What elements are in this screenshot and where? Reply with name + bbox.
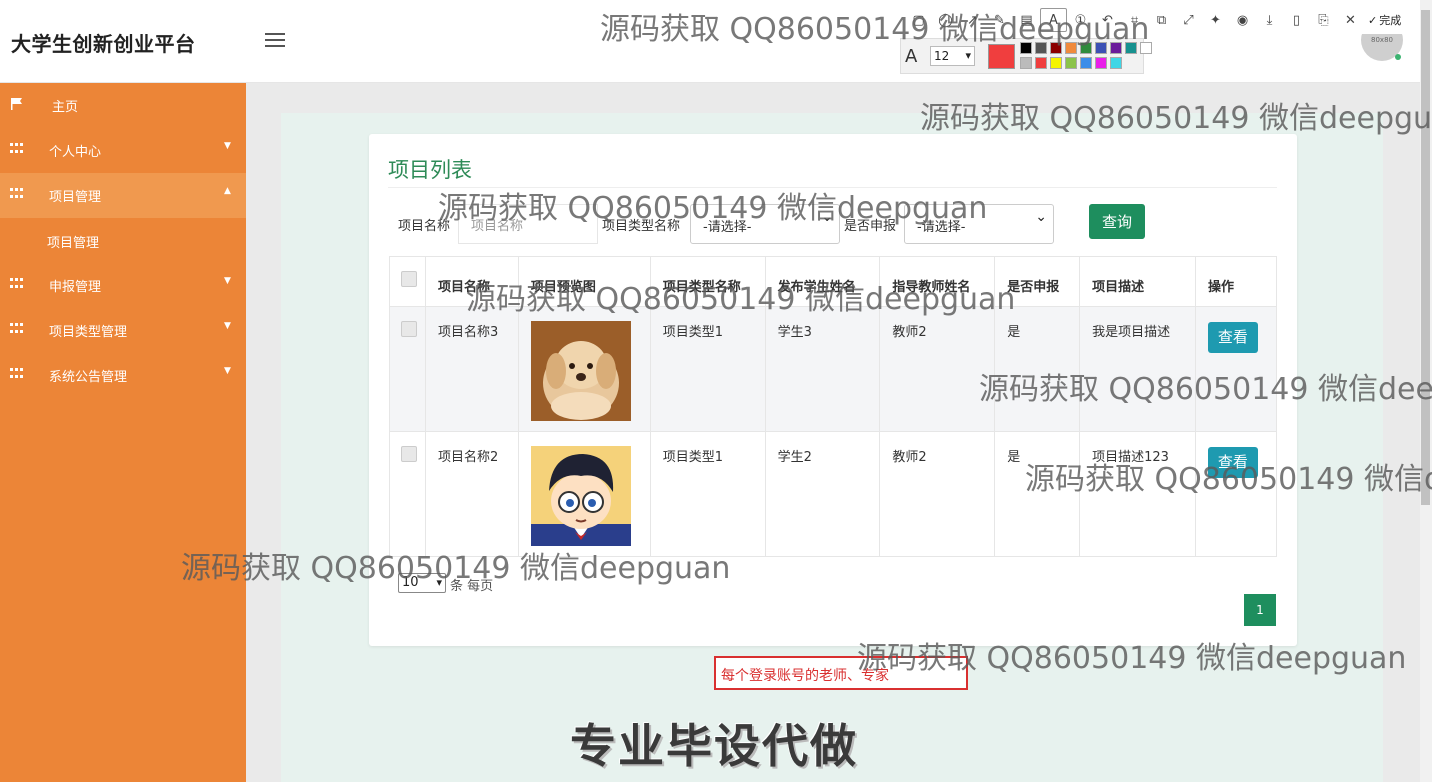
color-swatch[interactable] (1065, 57, 1077, 69)
watermark-text: 源码获取 QQ86050149 微信deepguan (466, 282, 1016, 317)
caret-down-icon: ▼ (224, 141, 231, 151)
sidebar-item-label: 系统公告管理 (49, 370, 128, 385)
watermark-text: 源码获取 QQ86050149 微信deepguan (979, 372, 1432, 407)
caret-up-icon: ▲ (224, 186, 231, 196)
pin-icon[interactable]: ✦ (1202, 8, 1229, 32)
color-swatch[interactable] (1080, 57, 1092, 69)
expand-icon[interactable]: ⤢ (1175, 8, 1202, 32)
project-name-cell: 项目名称2 (424, 431, 519, 557)
record-icon[interactable]: ◉ (1229, 8, 1256, 32)
color-swatch[interactable] (1095, 57, 1107, 69)
view-button[interactable]: 查看 (1207, 322, 1258, 353)
row-checkbox[interactable] (401, 446, 417, 462)
row-checkbox[interactable] (401, 321, 417, 337)
teacher-name-cell: 教师2 (879, 306, 996, 432)
download-icon[interactable]: ⤓ (1256, 8, 1283, 32)
column-header[interactable]: 项目描述 (1079, 256, 1196, 307)
sidebar-item-label: 主页 (52, 100, 79, 115)
watermark-text: 源码获取 QQ86050149 微信deepguan (181, 551, 731, 586)
row-select-cell (389, 431, 426, 557)
online-status-dot (1395, 54, 1401, 60)
grid-icon (10, 188, 24, 200)
project-type-cell: 项目类型1 (649, 431, 766, 557)
watermark-text: 源码获取 QQ86050149 微信deepguan (857, 641, 1407, 676)
preview-cell (517, 431, 651, 557)
translate-icon[interactable]: ⧉ (1148, 8, 1175, 32)
page-button-1[interactable]: 1 (1244, 594, 1276, 626)
flag-icon (11, 98, 22, 110)
color-swatch[interactable] (1110, 57, 1122, 69)
preview-cell (517, 306, 651, 432)
project-name-cell: 项目名称3 (424, 306, 519, 432)
anime-boy-photo[interactable] (530, 446, 631, 546)
sidebar-item-project-management[interactable]: 项目管理 ▲ (0, 173, 246, 218)
grid-icon (10, 143, 24, 155)
sidebar-item-project-type[interactable]: 项目类型管理 ▼ (0, 308, 246, 353)
column-header: 操作 (1194, 256, 1278, 307)
watermark-text: 源码获取 QQ86050149 微信deepguan (600, 12, 1150, 47)
grid-icon (10, 368, 24, 380)
phone-icon[interactable]: ▯ (1283, 8, 1310, 32)
project-type-cell: 项目类型1 (649, 306, 766, 432)
color-swatch[interactable] (1020, 57, 1032, 69)
sidebar-item-personal-center[interactable]: 个人中心 ▼ (0, 128, 246, 173)
query-button[interactable]: 查询 (1089, 204, 1145, 239)
sidebar-item-label: 项目管理 (49, 190, 102, 205)
caret-down-icon: ▼ (224, 366, 231, 376)
sidebar-item-declaration[interactable]: 申报管理 ▼ (0, 263, 246, 308)
sidebar-item-label: 申报管理 (49, 280, 102, 295)
close-icon[interactable]: ✕ (1337, 8, 1364, 32)
sidebar: 主页 个人中心 ▼ 项目管理 ▲ 项目管理 申报管理 ▼ 项目类型管理 ▼ 系统… (0, 83, 246, 782)
sidebar-item-label: 个人中心 (49, 145, 102, 160)
grid-icon (10, 278, 24, 290)
watermark-text: 源码获取 QQ86050149 微信deepguan (920, 101, 1432, 136)
select-all-checkbox[interactable] (401, 271, 417, 287)
student-name-cell: 学生2 (764, 431, 881, 557)
watermark-text: 源码获取 QQ86050149 微信deepguan (438, 191, 988, 226)
sidebar-item-home[interactable]: 主页 (0, 83, 246, 128)
check-icon: ✓ (1368, 13, 1378, 27)
color-swatch[interactable] (1035, 57, 1047, 69)
bookmark-icon[interactable]: ⎘ (1310, 8, 1337, 32)
done-button[interactable]: ✓ 完成 (1368, 12, 1401, 28)
grid-icon (10, 323, 24, 335)
sidebar-item-label: 项目类型管理 (49, 325, 128, 340)
sidebar-item-announcements[interactable]: 系统公告管理 ▼ (0, 353, 246, 398)
scrollbar-thumb[interactable] (1421, 10, 1430, 505)
select-all-cell (389, 256, 426, 307)
done-label: 完成 (1379, 14, 1402, 27)
teacher-name-cell: 教师2 (879, 431, 996, 557)
row-select-cell (389, 306, 426, 432)
font-size-select[interactable]: 12 (930, 46, 975, 66)
watermark-text: 源码获取 QQ86050149 微信deepguan (1025, 462, 1432, 497)
caret-down-icon: ▼ (224, 321, 231, 331)
sidebar-subitem-project-management[interactable]: 项目管理 (47, 232, 99, 251)
promo-banner-text: 专业毕设代做 (570, 719, 858, 773)
puppy-photo[interactable] (530, 321, 631, 421)
page-title: 项目列表 (388, 158, 472, 182)
app-brand: 大学生创新创业平台 (11, 32, 196, 56)
font-icon: A (905, 46, 918, 67)
student-name-cell: 学生3 (764, 306, 881, 432)
menu-toggle-icon[interactable] (265, 33, 285, 49)
color-swatch[interactable] (1050, 57, 1062, 69)
caret-down-icon: ▼ (224, 276, 231, 286)
